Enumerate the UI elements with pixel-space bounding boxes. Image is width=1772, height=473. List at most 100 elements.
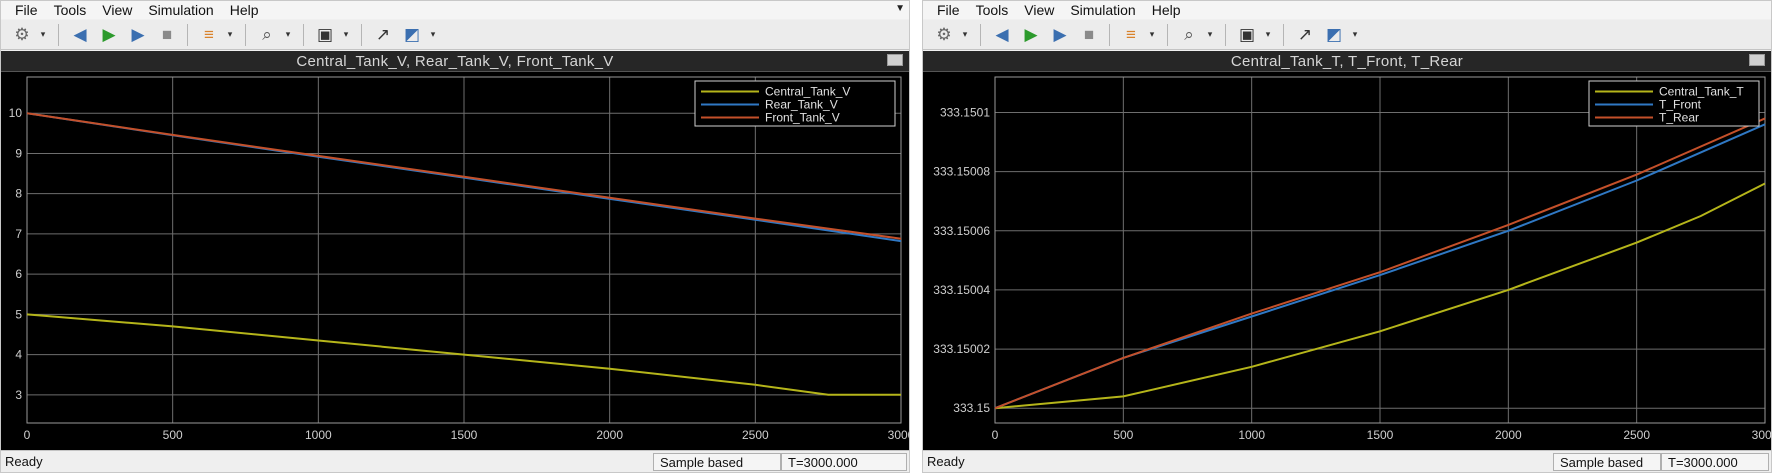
toolbar-separator	[1283, 23, 1284, 46]
undock-icon[interactable]	[887, 54, 903, 66]
dropdown-caret-icon[interactable]: ▾	[1350, 29, 1360, 40]
y-tick-label: 333.1501	[940, 105, 990, 119]
menu-bar: File Tools View Simulation Help	[923, 1, 1771, 19]
settings-icon[interactable]: ⚙	[931, 23, 957, 47]
x-tick-label: 1500	[1367, 428, 1394, 442]
legend-label: Front_Tank_V	[765, 111, 840, 125]
legend-label: Central_Tank_T	[1659, 85, 1744, 99]
dropdown-caret-icon[interactable]: ▾	[1147, 29, 1157, 40]
style-icon[interactable]: ◩	[1321, 23, 1347, 47]
x-tick-label: 0	[24, 428, 31, 442]
undock-icon[interactable]	[1749, 54, 1765, 66]
menu-help[interactable]: Help	[224, 1, 269, 19]
dropdown-caret-icon[interactable]: ▾	[38, 29, 48, 40]
plot-title-bar: Central_Tank_V, Rear_Tank_V, Front_Tank_…	[1, 51, 909, 72]
grid	[26, 77, 902, 423]
toolbar-separator	[245, 23, 246, 46]
x-tick-label: 2500	[742, 428, 769, 442]
legend-label: Central_Tank_V	[765, 85, 850, 99]
dropdown-caret-icon[interactable]: ▾	[1263, 29, 1273, 40]
menu-tools[interactable]: Tools	[970, 1, 1019, 19]
menu-file[interactable]: File	[931, 1, 970, 19]
toolbar: ⚙ ▾ ◀ ▶ ▶ ■ ≡ ▾ ⌕ ▾ ▣ ▾ ↗ ◩ ▾	[1, 20, 909, 50]
legend-label: T_Front	[1659, 98, 1702, 112]
y-tick-label: 333.15008	[933, 165, 990, 179]
x-tick-label: 2000	[1495, 428, 1522, 442]
menu-bar: File Tools View Simulation Help	[1, 1, 909, 19]
x-tick-label: 1000	[1238, 428, 1265, 442]
y-tick-label: 333.15006	[933, 224, 990, 238]
scope-window-temperatures: File Tools View Simulation Help ⚙ ▾ ◀ ▶ ▶ ■ ≡ ▾…	[922, 0, 1772, 473]
step-forward-icon[interactable]: ▶	[1047, 23, 1073, 47]
dropdown-caret-icon[interactable]: ▾	[428, 29, 438, 40]
menu-view[interactable]: View	[1018, 1, 1064, 19]
run-icon[interactable]: ▶	[1018, 23, 1044, 47]
legend-label: Rear_Tank_V	[765, 98, 838, 112]
dropdown-caret-icon[interactable]: ▾	[341, 29, 351, 40]
menu-tools[interactable]: Tools	[48, 1, 97, 19]
y-tick-label: 3	[15, 388, 22, 402]
legend-label: T_Rear	[1659, 111, 1699, 125]
toolbar-separator	[303, 23, 304, 46]
toolbar-separator	[58, 23, 59, 46]
plot-frame: Central_Tank_V, Rear_Tank_V, Front_Tank_…	[1, 51, 909, 450]
y-tick-label: 333.15002	[933, 342, 990, 356]
y-tick-label: 10	[9, 106, 23, 120]
x-tick-label: 500	[163, 428, 183, 442]
cursor-measure-icon[interactable]: ↗	[1292, 23, 1318, 47]
x-tick-label: 2000	[596, 428, 623, 442]
temperature-chart: 0 500 1000 1500 2000 2500 3000 333.15 333.15002 3…	[933, 76, 1771, 442]
x-tick-label: 500	[1113, 428, 1133, 442]
toolbar-separator	[187, 23, 188, 46]
highlight-icon[interactable]: ≡	[1118, 23, 1144, 47]
x-tick-label: 0	[992, 428, 999, 442]
run-icon[interactable]: ▶	[96, 23, 122, 47]
toolbar-separator	[361, 23, 362, 46]
y-tick-label: 333.15004	[933, 283, 990, 297]
fit-to-view-icon[interactable]: ▣	[1234, 23, 1260, 47]
chart-title: Central_Tank_V, Rear_Tank_V, Front_Tank_…	[296, 52, 614, 70]
y-tick-label: 9	[15, 146, 22, 160]
legend: Central_Tank_VRear_Tank_VFront_Tank_V	[694, 80, 896, 127]
y-tick-label: 5	[15, 307, 22, 321]
dropdown-caret-icon[interactable]: ▾	[225, 29, 235, 40]
highlight-icon[interactable]: ≡	[196, 23, 222, 47]
style-icon[interactable]: ◩	[399, 23, 425, 47]
stop-icon[interactable]: ■	[154, 23, 180, 47]
plot-title-bar: Central_Tank_T, T_Front, T_Rear	[923, 51, 1771, 72]
fit-to-view-icon[interactable]: ▣	[312, 23, 338, 47]
zoom-icon[interactable]: ⌕	[254, 23, 280, 47]
menu-overflow-arrow-icon[interactable]: ▼	[895, 3, 905, 14]
chart-title: Central_Tank_T, T_Front, T_Rear	[1230, 52, 1464, 70]
toolbar-separator	[1225, 23, 1226, 46]
status-ready: Ready	[927, 454, 965, 469]
toolbar: ⚙ ▾ ◀ ▶ ▶ ■ ≡ ▾ ⌕ ▾ ▣ ▾ ↗ ◩ ▾	[923, 20, 1771, 50]
status-sample-mode: Sample based	[653, 453, 781, 471]
stop-icon[interactable]: ■	[1076, 23, 1102, 47]
step-back-icon[interactable]: ◀	[67, 23, 93, 47]
menu-simulation[interactable]: Simulation	[142, 1, 223, 19]
scope-window-volumes: File Tools View Simulation Help ▼ ⚙ ▾ ◀ ▶ ▶ ■…	[0, 0, 910, 473]
dropdown-caret-icon[interactable]: ▾	[1205, 29, 1215, 40]
y-tick-label: 6	[15, 267, 22, 281]
menu-help[interactable]: Help	[1146, 1, 1191, 19]
y-tick-label: 8	[15, 187, 22, 201]
y-tick-label: 4	[15, 348, 22, 362]
step-back-icon[interactable]: ◀	[989, 23, 1015, 47]
plot-frame: Central_Tank_T, T_Front, T_Rear 0 500 1000…	[923, 51, 1771, 450]
dropdown-caret-icon[interactable]: ▾	[283, 29, 293, 40]
zoom-icon[interactable]: ⌕	[1176, 23, 1202, 47]
menu-file[interactable]: File	[9, 1, 48, 19]
settings-icon[interactable]: ⚙	[9, 23, 35, 47]
grid	[994, 77, 1766, 423]
menu-view[interactable]: View	[96, 1, 142, 19]
x-tick-label: 1000	[305, 428, 332, 442]
x-tick-label: 2500	[1623, 428, 1650, 442]
step-forward-icon[interactable]: ▶	[125, 23, 151, 47]
menu-simulation[interactable]: Simulation	[1064, 1, 1145, 19]
cursor-measure-icon[interactable]: ↗	[370, 23, 396, 47]
dropdown-caret-icon[interactable]: ▾	[960, 29, 970, 40]
x-tick-label: 1500	[451, 428, 478, 442]
status-ready: Ready	[5, 454, 43, 469]
status-bar: Ready Sample based T=3000.000	[923, 450, 1771, 472]
